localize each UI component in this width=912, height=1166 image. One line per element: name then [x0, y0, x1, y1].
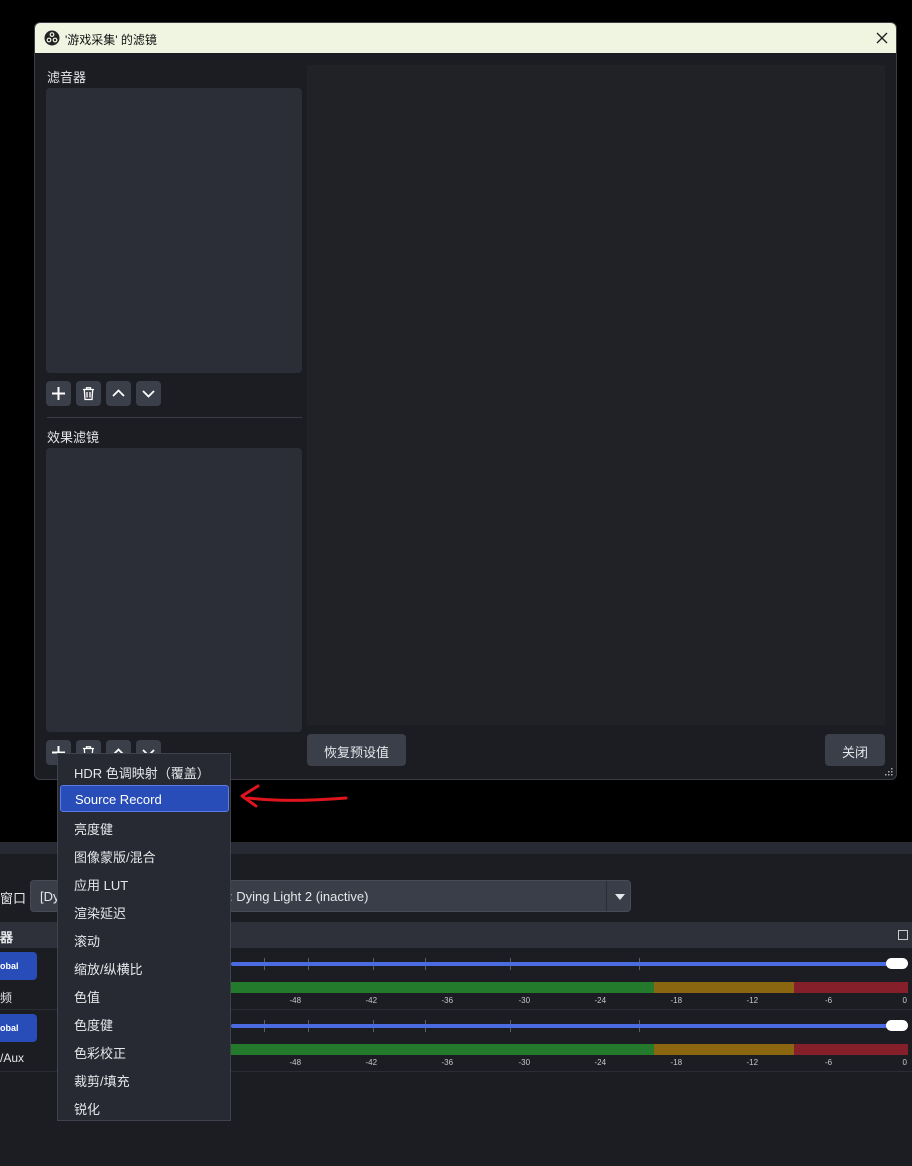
meter-scale-label: -42 [365, 1058, 378, 1067]
menu-item-crop-pad[interactable]: 裁剪/填充 [60, 1065, 229, 1092]
meter-scale-label: -6 [825, 996, 833, 1005]
move-audio-filter-up-button[interactable] [106, 381, 131, 406]
add-filter-context-menu: HDR 色调映射（覆盖） Source Record 亮度健 图像蒙版/混合 应… [57, 753, 231, 1121]
meter-red-zone [794, 1044, 908, 1055]
channel-name: 频 [0, 991, 13, 1005]
audio-level-meter [231, 1044, 908, 1055]
meter-scale-label: -36 [441, 1058, 454, 1067]
global-audio-button[interactable]: obal [0, 952, 37, 980]
close-icon[interactable] [872, 28, 892, 48]
meter-scale-label: 0 [902, 996, 907, 1005]
meter-scale-label: -18 [670, 996, 683, 1005]
meter-green-zone [231, 1044, 654, 1055]
dialog-titlebar: '游戏采集' 的滤镜 [35, 23, 896, 53]
caret-down-icon[interactable] [615, 894, 625, 900]
menu-item-source-record[interactable]: Source Record [60, 785, 229, 812]
move-audio-filter-down-button[interactable] [136, 381, 161, 406]
menu-item-image-mask[interactable]: 图像蒙版/混合 [60, 841, 229, 868]
volume-slider-handle[interactable] [886, 1020, 908, 1031]
window-select-value: : Dying Light 2 (inactive) [229, 889, 369, 904]
menu-item-sharpen[interactable]: 锐化 [60, 1093, 229, 1120]
effect-filters-label: 效果滤镜 [47, 430, 100, 445]
menu-item-luma-key[interactable]: 亮度健 [60, 813, 229, 840]
meter-yellow-zone [654, 982, 794, 993]
plus-icon [52, 387, 65, 400]
trash-icon [83, 387, 94, 401]
audio-filters-list[interactable] [46, 88, 302, 373]
remove-audio-filter-button[interactable] [76, 381, 101, 406]
chevron-up-icon [112, 389, 125, 397]
meter-scale-label: -30 [518, 996, 531, 1005]
channel-name: /Aux [0, 1051, 25, 1065]
meter-yellow-zone [654, 1044, 794, 1055]
meter-scale-label: -24 [594, 996, 607, 1005]
red-arrow-annotation [240, 784, 348, 808]
chevron-down-icon [142, 390, 155, 398]
meter-red-zone [794, 982, 908, 993]
audio-level-meter [231, 982, 908, 993]
meter-scale-label: -48 [289, 1058, 302, 1067]
effect-filters-list[interactable] [46, 448, 302, 732]
menu-item-scroll[interactable]: 滚动 [60, 925, 229, 952]
select-divider [606, 881, 607, 911]
menu-item-color-correction[interactable]: 色彩校正 [60, 1037, 229, 1064]
meter-green-zone [231, 982, 654, 993]
filters-dialog: '游戏采集' 的滤镜 滤音器 效果滤镜 恢复预设值 关闭 [34, 22, 897, 780]
menu-item-hdr-tonemap[interactable]: HDR 色调映射（覆盖） [60, 757, 229, 784]
menu-item-color-key[interactable]: 色值 [60, 981, 229, 1008]
reset-defaults-button[interactable]: 恢复预设值 [307, 734, 406, 766]
meter-scale-label: -48 [289, 996, 302, 1005]
meter-scale-label: -42 [365, 996, 378, 1005]
volume-slider-track[interactable] [231, 962, 896, 966]
window-label: 窗口 [0, 891, 27, 906]
volume-slider-track[interactable] [231, 1024, 896, 1028]
resize-grip-icon[interactable] [885, 768, 893, 776]
undock-icon[interactable] [898, 930, 908, 940]
meter-scale-label: -30 [518, 1058, 531, 1067]
menu-item-apply-lut[interactable]: 应用 LUT [60, 869, 229, 896]
audio-filters-label: 滤音器 [47, 70, 87, 85]
menu-item-chroma-key[interactable]: 色度健 [60, 1009, 229, 1036]
meter-scale-label: -36 [441, 996, 454, 1005]
volume-slider-handle[interactable] [886, 958, 908, 969]
meter-scale-label: 0 [902, 1058, 907, 1067]
meter-scale-label: -12 [746, 1058, 759, 1067]
mixer-title: 器 [0, 930, 14, 945]
section-divider [47, 417, 302, 418]
meter-scale-label: -18 [670, 1058, 683, 1067]
dialog-title: '游戏采集' 的滤镜 [65, 33, 157, 47]
meter-scale-label: -6 [825, 1058, 833, 1067]
menu-item-scale-aspect[interactable]: 缩放/纵横比 [60, 953, 229, 980]
obs-logo-icon [44, 30, 60, 46]
add-audio-filter-button[interactable] [46, 381, 71, 406]
filter-preview [307, 65, 885, 725]
close-dialog-button[interactable]: 关闭 [825, 734, 885, 766]
meter-scale-label: -12 [746, 996, 759, 1005]
global-audio-button[interactable]: obal [0, 1014, 37, 1042]
meter-scale-label: -24 [594, 1058, 607, 1067]
menu-item-render-delay[interactable]: 渲染延迟 [60, 897, 229, 924]
